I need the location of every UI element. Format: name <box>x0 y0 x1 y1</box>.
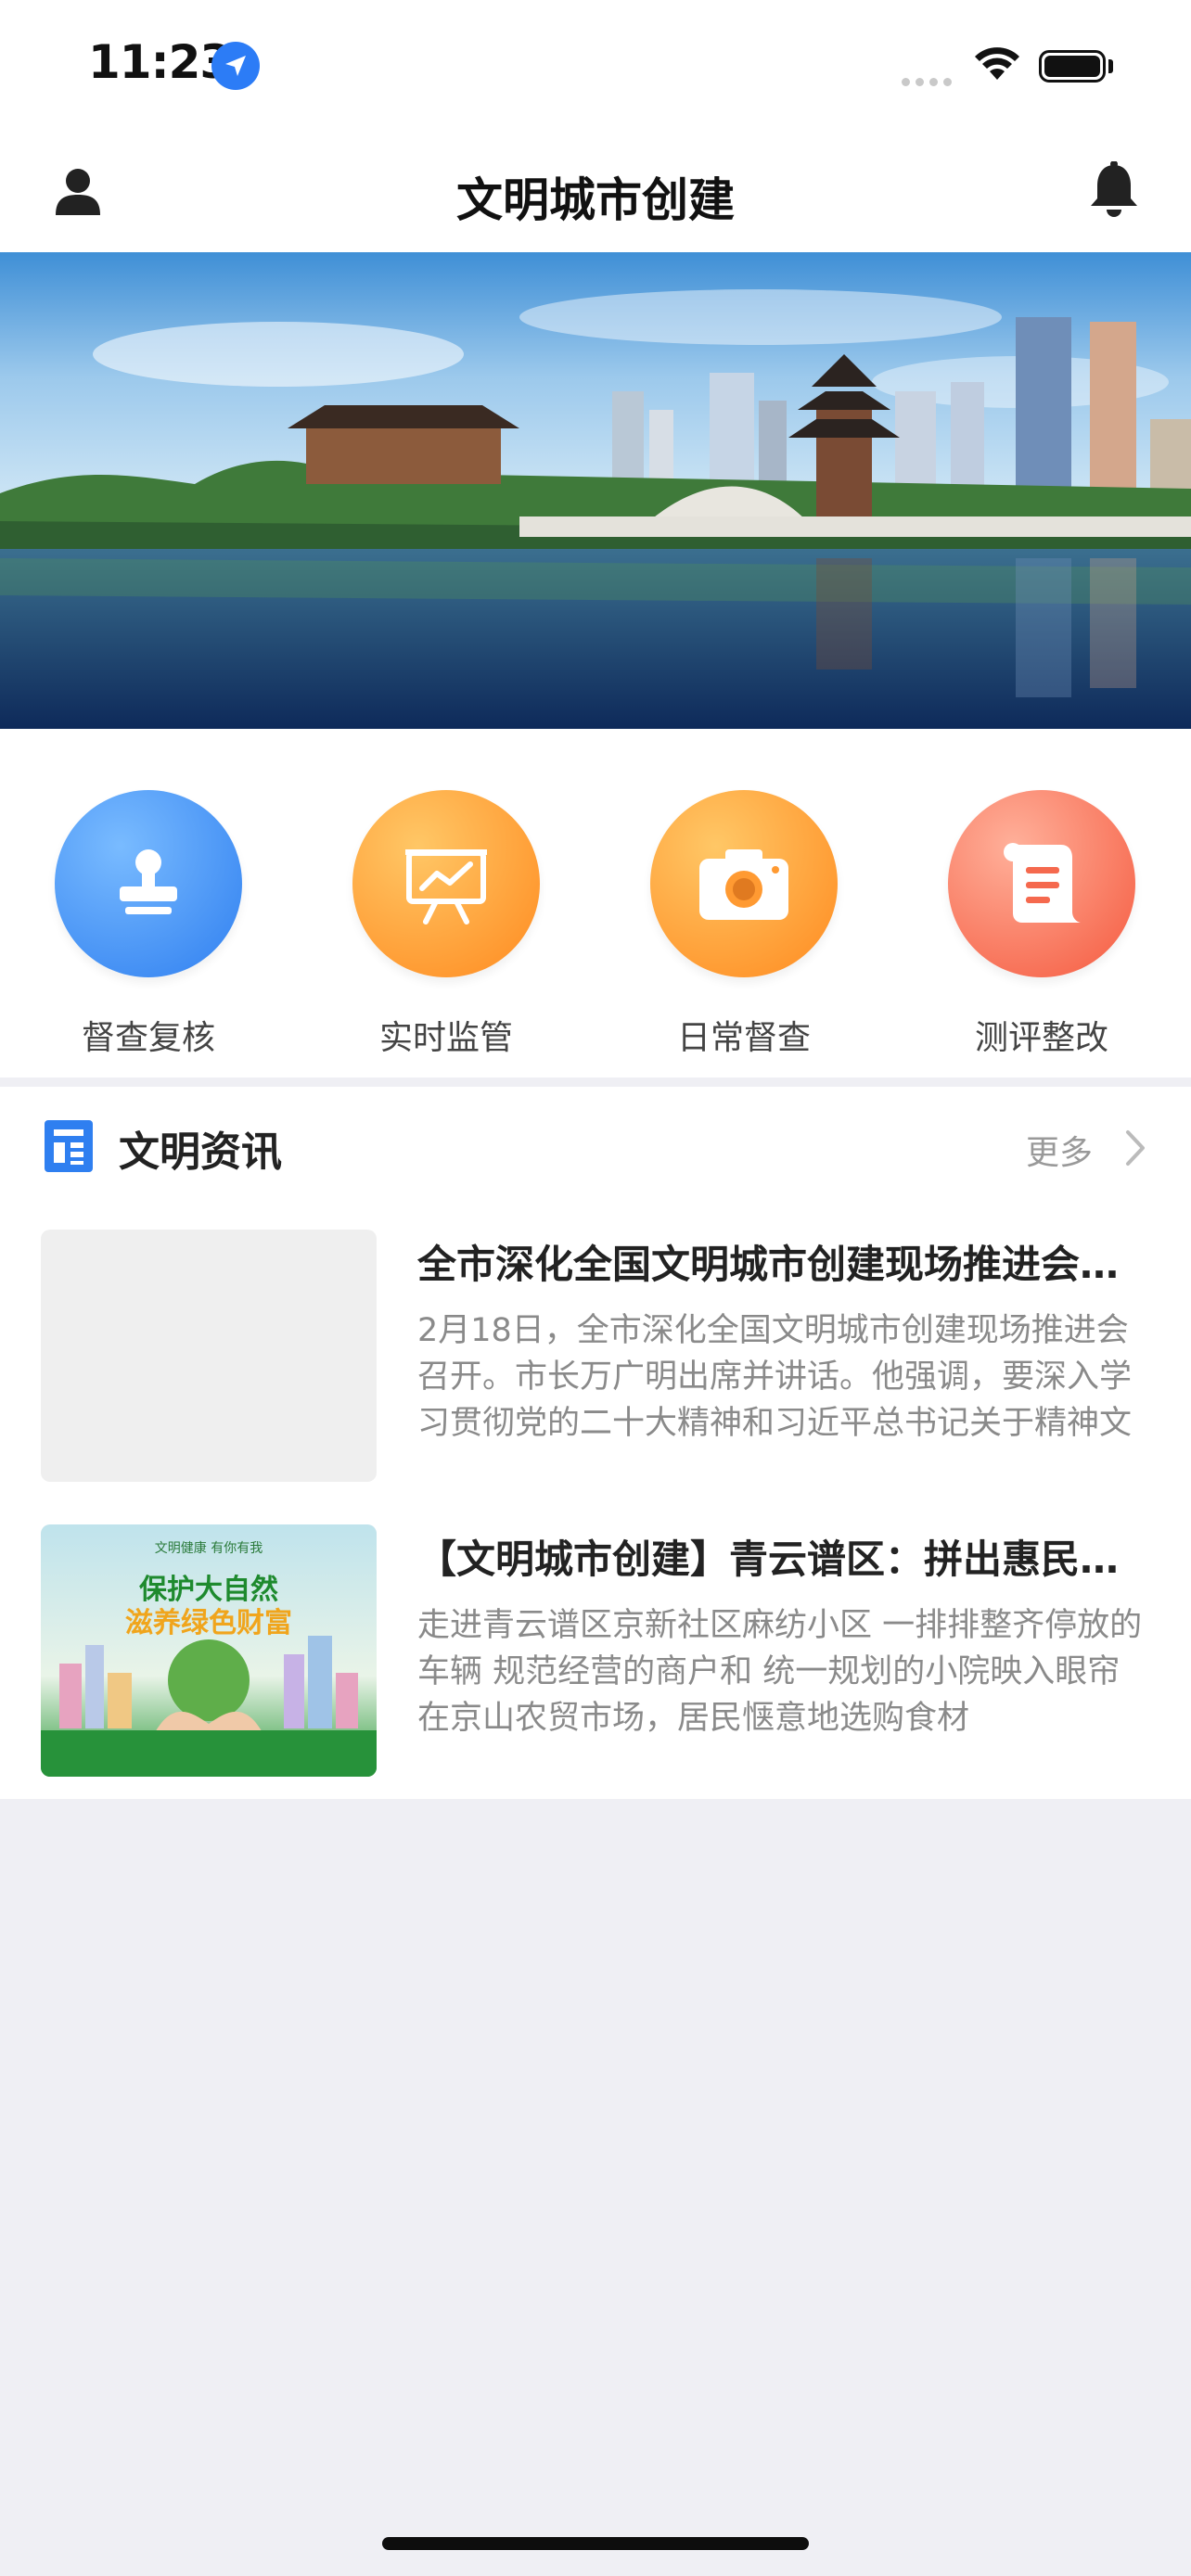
news-thumbnail-placeholder <box>41 1230 377 1482</box>
news-title: 【文明城市创建】青云谱区：拼出惠民新画卷 <box>417 1537 1128 1582</box>
news-section: 文明资讯 更多 全市深化全国文明城市创建现场推进会召开 2月18日，全市深化全国… <box>0 1087 1191 1799</box>
quick-action-supervision-review[interactable]: 督查复核 <box>28 790 269 1059</box>
cellular-signal-icon <box>902 72 957 90</box>
news-summary: 走进青云谱区京新社区麻纺小区 一排排整齐停放的车辆 规范经营的商户和 统一规划的… <box>417 1607 1143 1737</box>
news-title: 全市深化全国文明城市创建现场推进会召开 <box>417 1242 1128 1287</box>
chevron-right-icon[interactable] <box>1124 1129 1146 1171</box>
quick-action-evaluation-rectify[interactable]: 测评整改 <box>921 790 1162 1059</box>
quick-action-label: 日常督查 <box>676 1019 811 1057</box>
quick-action-label: 测评整改 <box>974 1019 1108 1057</box>
screen: 11:23 文明城市创建 督查复核 实时监管 日常督查 测评整改 文明资讯 更多… <box>0 0 1191 2576</box>
news-thumbnail-poster: 文明健康 有你有我 保护大自然 滋养绿色财富 <box>41 1524 377 1777</box>
news-list-item[interactable]: 全市深化全国文明城市创建现场推进会召开 2月18日，全市深化全国文明城市创建现场… <box>0 1230 1191 1489</box>
quick-action-realtime-monitor[interactable]: 实时监管 <box>326 790 567 1059</box>
quick-action-daily-inspection[interactable]: 日常督查 <box>623 790 864 1059</box>
status-time: 11:23 <box>88 35 232 89</box>
poster-headline-2: 滋养绿色财富 <box>125 1607 292 1639</box>
status-bar: 11:23 <box>0 0 1191 130</box>
news-summary: 2月18日，全市深化全国文明城市创建现场推进会召开。市长万广明出席并讲话。他强调… <box>417 1312 1133 1442</box>
wifi-icon <box>972 45 1022 85</box>
poster-headline-1: 保护大自然 <box>139 1574 278 1606</box>
city-banner-image[interactable] <box>0 252 1191 729</box>
location-arrow-icon <box>211 42 260 90</box>
quick-action-label: 督查复核 <box>81 1019 215 1057</box>
battery-icon <box>1039 50 1106 83</box>
navigation-bar: 文明城市创建 <box>0 130 1191 252</box>
notification-bell-icon[interactable] <box>1087 160 1141 219</box>
eco-poster-image: 文明健康 有你有我 保护大自然 滋养绿色财富 <box>41 1524 377 1777</box>
home-indicator[interactable] <box>382 2537 809 2550</box>
quick-actions-grid: 督查复核 实时监管 日常督查 测评整改 <box>0 729 1191 1078</box>
stamp-icon <box>55 790 242 977</box>
news-section-title: 文明资讯 <box>119 1129 282 1176</box>
newspaper-icon <box>43 1118 95 1174</box>
quick-action-label: 实时监管 <box>378 1019 513 1057</box>
page-title: 文明城市创建 <box>456 173 735 227</box>
scroll-icon <box>948 790 1135 977</box>
poster-slogan: 文明健康 有你有我 <box>155 1540 263 1556</box>
battery-cap <box>1108 59 1113 73</box>
news-list-item[interactable]: 文明健康 有你有我 保护大自然 滋养绿色财富 【文明城市创建】青云谱区：拼出惠民… <box>0 1524 1191 1784</box>
chart-board-icon <box>352 790 540 977</box>
news-more-link[interactable]: 更多 <box>1026 1126 1093 1174</box>
camera-icon <box>650 790 838 977</box>
